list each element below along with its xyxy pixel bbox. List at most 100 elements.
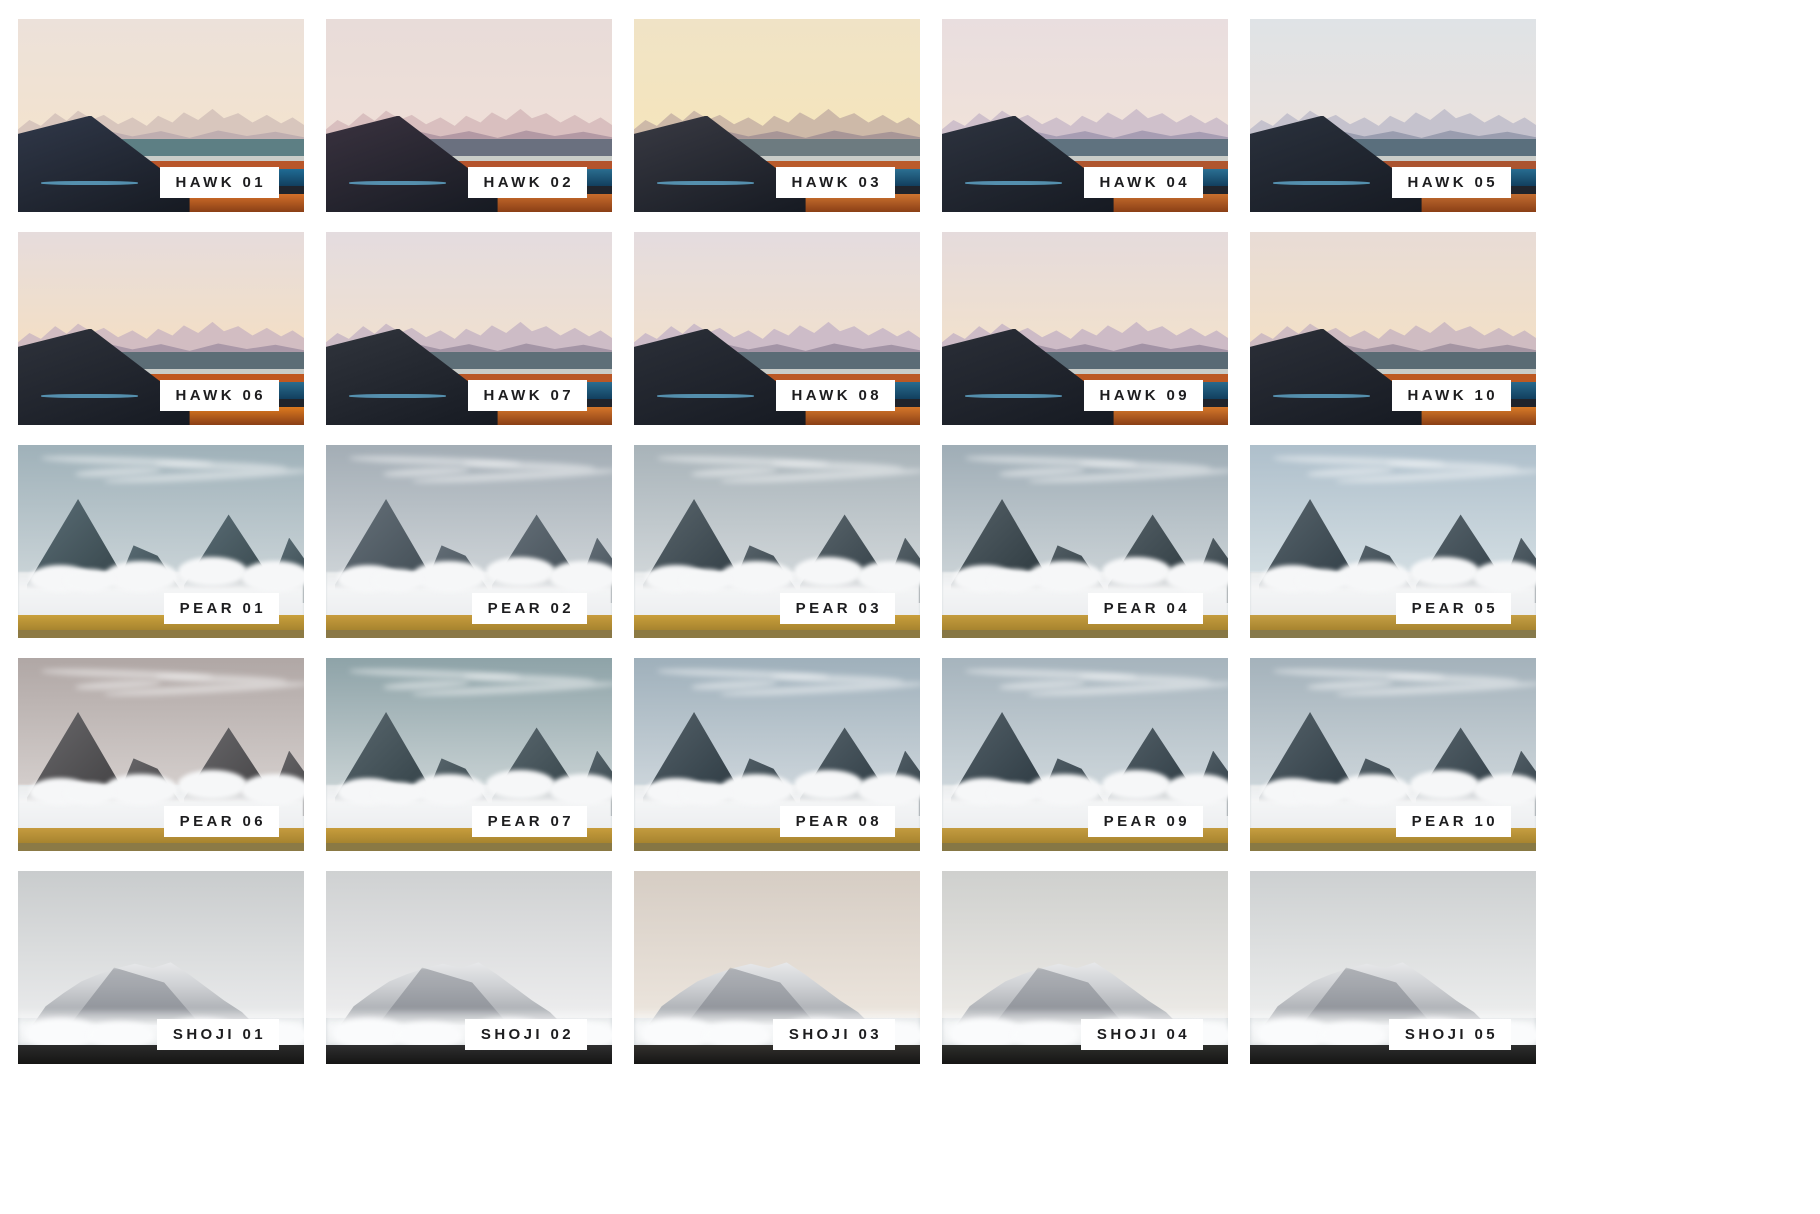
preset-name-badge: SHOJI 04 (1080, 1019, 1203, 1050)
thumbnail-tile[interactable]: PEAR 08 (634, 658, 920, 851)
field-shadow-band (942, 843, 1228, 851)
cloud-puff (549, 560, 612, 592)
thumbnail-tile[interactable]: PEAR 05 (1250, 445, 1536, 638)
cloud-puff (178, 769, 247, 799)
thumbnail-tile[interactable]: PEAR 01 (18, 445, 304, 638)
cloud-puff (719, 773, 795, 805)
preset-name-badge: HAWK 05 (1391, 167, 1511, 198)
cloud-puff (1410, 769, 1479, 799)
preset-name-badge: HAWK 06 (159, 380, 279, 411)
thumbnail-tile[interactable]: PEAR 07 (326, 658, 612, 851)
thumbnail-tile[interactable]: SHOJI 04 (942, 871, 1228, 1064)
preset-name-badge: HAWK 10 (1391, 380, 1511, 411)
thumbnail-tile[interactable]: SHOJI 03 (634, 871, 920, 1064)
preset-name-badge: SHOJI 03 (772, 1019, 895, 1050)
cloud-puff (987, 781, 1040, 805)
cloud-puff (857, 560, 920, 592)
cloud-puff (794, 556, 863, 586)
preset-name-badge: HAWK 03 (775, 167, 895, 198)
preset-name-badge: PEAR 04 (1087, 593, 1203, 624)
cloud-puff (241, 560, 304, 592)
preset-name-badge: HAWK 07 (467, 380, 587, 411)
thumbnail-tile[interactable]: HAWK 08 (634, 232, 920, 425)
preset-name-badge: PEAR 01 (163, 593, 279, 624)
field-shadow-band (326, 843, 612, 851)
thumbnail-tile[interactable]: SHOJI 05 (1250, 871, 1536, 1064)
field-shadow-band (634, 630, 920, 638)
preset-name-badge: HAWK 01 (159, 167, 279, 198)
thumbnail-tile[interactable]: PEAR 10 (1250, 658, 1536, 851)
water-highlight-streak (656, 181, 755, 185)
thumbnail-tile[interactable]: SHOJI 01 (18, 871, 304, 1064)
thumbnail-tile[interactable]: PEAR 02 (326, 445, 612, 638)
cloud-puff (1335, 560, 1411, 592)
water-highlight-streak (40, 181, 139, 185)
cloud-puff (371, 568, 424, 592)
cloud-puff (1295, 781, 1348, 805)
field-shadow-band (18, 843, 304, 851)
water-highlight-streak (656, 394, 755, 398)
preset-name-badge: HAWK 09 (1083, 380, 1203, 411)
thumbnail-tile[interactable]: HAWK 06 (18, 232, 304, 425)
cloud-puff (411, 773, 487, 805)
preset-name-badge: PEAR 09 (1087, 806, 1203, 837)
field-shadow-band (18, 630, 304, 638)
thumbnail-tile[interactable]: HAWK 03 (634, 19, 920, 212)
cloud-puff (987, 568, 1040, 592)
preset-name-badge: PEAR 06 (163, 806, 279, 837)
thumbnail-tile[interactable]: HAWK 09 (942, 232, 1228, 425)
water-highlight-streak (964, 181, 1063, 185)
water-highlight-streak (40, 394, 139, 398)
water-highlight-streak (348, 394, 447, 398)
cloud-puff (549, 773, 612, 805)
cloud-puff (486, 556, 555, 586)
water-highlight-streak (348, 181, 447, 185)
preset-name-badge: SHOJI 05 (1388, 1019, 1511, 1050)
field-shadow-band (1250, 843, 1536, 851)
thumbnail-tile[interactable]: HAWK 02 (326, 19, 612, 212)
preset-name-badge: PEAR 10 (1395, 806, 1511, 837)
thumbnail-tile[interactable]: SHOJI 02 (326, 871, 612, 1064)
preset-name-badge: PEAR 03 (779, 593, 895, 624)
cloud-puff (1102, 556, 1171, 586)
cloud-puff (794, 769, 863, 799)
cloud-puff (63, 568, 116, 592)
cloud-puff (679, 568, 732, 592)
thumbnail-tile[interactable]: PEAR 09 (942, 658, 1228, 851)
cloud-puff (1295, 568, 1348, 592)
preset-name-badge: PEAR 07 (471, 806, 587, 837)
thumbnail-tile[interactable]: HAWK 01 (18, 19, 304, 212)
thumbnail-tile[interactable]: HAWK 07 (326, 232, 612, 425)
thumbnail-tile[interactable]: PEAR 06 (18, 658, 304, 851)
cloud-puff (1027, 560, 1103, 592)
thumbnail-tile[interactable]: HAWK 10 (1250, 232, 1536, 425)
thumbnail-tile[interactable]: PEAR 04 (942, 445, 1228, 638)
cloud-puff (486, 769, 555, 799)
cloud-puff (1473, 773, 1536, 805)
field-shadow-band (634, 843, 920, 851)
field-shadow-band (942, 630, 1228, 638)
preset-name-badge: HAWK 02 (467, 167, 587, 198)
field-shadow-band (326, 630, 612, 638)
cloud-puff (1027, 773, 1103, 805)
preset-name-badge: PEAR 05 (1395, 593, 1511, 624)
thumbnail-tile[interactable]: HAWK 05 (1250, 19, 1536, 212)
water-highlight-streak (1272, 181, 1371, 185)
cloud-puff (1165, 773, 1228, 805)
field-shadow-band (1250, 630, 1536, 638)
cloud-puff (63, 781, 116, 805)
preset-name-badge: SHOJI 02 (464, 1019, 587, 1050)
cloud-puff (103, 773, 179, 805)
water-highlight-streak (964, 394, 1063, 398)
preset-name-badge: HAWK 04 (1083, 167, 1203, 198)
preset-thumbnail-grid: HAWK 01 HAWK 02 HAWK 03 HAWK 04 HAWK 05 HAWK … (0, 0, 1820, 1064)
cloud-puff (411, 560, 487, 592)
cloud-puff (1473, 560, 1536, 592)
thumbnail-tile[interactable]: HAWK 04 (942, 19, 1228, 212)
cloud-puff (371, 781, 424, 805)
cloud-puff (1165, 560, 1228, 592)
cloud-puff (719, 560, 795, 592)
preset-name-badge: PEAR 08 (779, 806, 895, 837)
thumbnail-tile[interactable]: PEAR 03 (634, 445, 920, 638)
cloud-puff (103, 560, 179, 592)
